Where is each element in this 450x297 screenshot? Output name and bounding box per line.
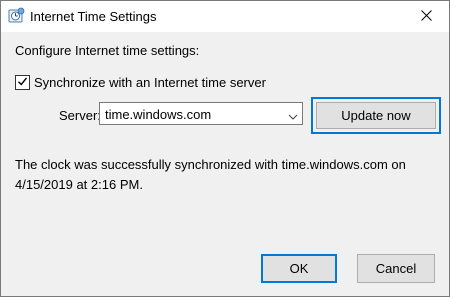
sync-checkbox-row[interactable]: Synchronize with an Internet time server xyxy=(15,75,266,90)
ok-button[interactable]: OK xyxy=(261,254,337,283)
sync-status-text: The clock was successfully synchronized … xyxy=(15,157,406,192)
chevron-down-icon[interactable] xyxy=(288,109,298,120)
close-button[interactable] xyxy=(403,1,449,32)
update-now-button[interactable]: Update now xyxy=(316,102,436,129)
ok-label: OK xyxy=(289,261,309,276)
update-now-label: Update now xyxy=(341,108,411,123)
close-icon xyxy=(420,9,432,24)
sync-checkbox[interactable] xyxy=(15,75,30,90)
title-bar: Internet Time Settings xyxy=(1,1,449,32)
internet-time-settings-dialog: Internet Time Settings Configure Interne… xyxy=(0,0,450,297)
dialog-heading: Configure Internet time settings: xyxy=(15,43,200,58)
window-title: Internet Time Settings xyxy=(30,9,157,24)
server-combobox[interactable]: time.windows.com xyxy=(99,102,303,125)
server-value: time.windows.com xyxy=(105,107,212,122)
server-label: Server: xyxy=(59,108,101,123)
cancel-label: Cancel xyxy=(375,261,417,276)
update-now-focus-ring: Update now xyxy=(311,97,441,134)
cancel-button[interactable]: Cancel xyxy=(357,254,435,283)
sync-label: Synchronize with an Internet time server xyxy=(34,75,266,90)
clock-globe-icon xyxy=(7,7,25,25)
checkmark-icon xyxy=(17,75,28,90)
